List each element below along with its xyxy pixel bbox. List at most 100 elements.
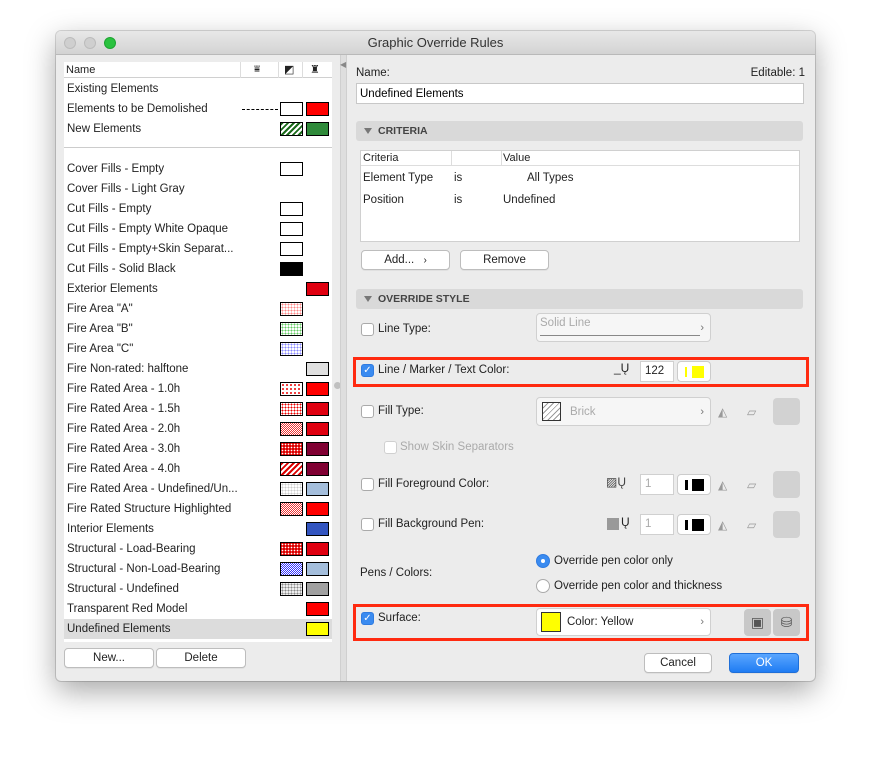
zoom-button[interactable] [104, 37, 116, 49]
list-item[interactable]: Cut Fills - Empty White Opaque [64, 219, 332, 239]
fill-column-icon[interactable]: ◩ [284, 62, 294, 78]
splitter[interactable]: ◀ [340, 55, 347, 681]
list-item[interactable]: Cut Fills - Empty+Skin Separat... [64, 239, 332, 259]
line-pen-swatch[interactable] [677, 361, 711, 382]
list-item[interactable]: Fire Rated Area - 2.0h [64, 419, 332, 439]
column-name[interactable]: Name [66, 64, 95, 76]
minimize-button[interactable] [84, 37, 96, 49]
fill-background-pen-swatch[interactable] [677, 514, 711, 535]
list-item[interactable]: Cover Fills - Empty [64, 159, 332, 179]
ok-button[interactable]: OK [729, 653, 799, 673]
list-item[interactable]: Fire Rated Area - 1.0h [64, 379, 332, 399]
new-button[interactable]: New... [64, 648, 154, 668]
graphic-override-rules-dialog: Graphic Override Rules Name ⩸ ◩ ♜ Existi… [56, 31, 815, 681]
list-item[interactable]: Fire Rated Area - 3.0h [64, 439, 332, 459]
name-input[interactable] [356, 83, 804, 104]
cut-fill-icon[interactable]: ◭ [718, 405, 740, 419]
operator-cell: is [454, 172, 463, 184]
fill-foreground-label: Fill Foreground Color: [378, 478, 490, 490]
surface-swatch [306, 582, 329, 596]
line-type-popup[interactable]: Solid Line › [536, 313, 711, 342]
criteria-section-header[interactable]: CRITERIA [356, 121, 803, 141]
table-row[interactable]: Position is Undefined [361, 191, 799, 211]
line-type-column-icon[interactable]: ⩸ [254, 62, 260, 78]
list-item[interactable]: Structural - Undefined [64, 579, 332, 599]
surface-fill-button[interactable] [773, 471, 800, 498]
list-item[interactable]: Undefined Elements [64, 619, 332, 639]
rules-list[interactable]: Name ⩸ ◩ ♜ Existing Elements Elements to … [64, 62, 332, 642]
override-pen-color-only-label[interactable]: Override pen color only [554, 555, 673, 567]
override-pen-color-only-radio[interactable] [536, 554, 550, 568]
list-item[interactable]: Structural - Load-Bearing [64, 539, 332, 559]
name-label: Name: [356, 67, 390, 79]
column-value[interactable]: Value [503, 151, 530, 166]
surface-fill-button[interactable] [773, 398, 800, 425]
close-button[interactable] [64, 37, 76, 49]
line-pen-number[interactable]: 122 [640, 361, 674, 382]
surface-column-icon[interactable]: ♜ [310, 62, 320, 78]
criteria-cell: Element Type [363, 172, 434, 184]
list-item[interactable]: Interior Elements [64, 519, 332, 539]
line-color-checkbox[interactable]: ✓ [361, 364, 374, 377]
list-item[interactable]: Existing Elements [64, 79, 332, 99]
surface-label: Surface: [378, 612, 421, 624]
column-criteria[interactable]: Criteria [363, 151, 398, 166]
cover-fill-icon[interactable]: ▱ [747, 518, 769, 532]
remove-button[interactable]: Remove [460, 250, 549, 270]
cancel-button[interactable]: Cancel [644, 653, 712, 673]
list-item[interactable]: Cut Fills - Empty [64, 199, 332, 219]
criteria-cell: Position [363, 194, 404, 206]
fill-swatch [280, 582, 303, 596]
collapse-arrow-icon[interactable]: ◀ [340, 60, 346, 69]
list-item[interactable]: Fire Non-rated: halftone [64, 359, 332, 379]
surface-swatch [306, 522, 329, 536]
override-pen-color-thickness-label[interactable]: Override pen color and thickness [554, 580, 722, 592]
list-item[interactable]: Structural - Non-Load-Bearing [64, 559, 332, 579]
table-row[interactable]: Element Type is All Types [361, 169, 799, 189]
cover-fill-icon[interactable]: ▱ [747, 478, 769, 492]
list-item[interactable]: Exterior Elements [64, 279, 332, 299]
chevron-right-icon: › [700, 405, 704, 418]
list-item[interactable]: Cover Fills - Light Gray [64, 179, 332, 199]
fill-foreground-checkbox[interactable] [361, 478, 374, 491]
override-style-section-header[interactable]: OVERRIDE STYLE [356, 289, 803, 309]
line-type-checkbox[interactable] [361, 323, 374, 336]
list-item[interactable]: Transparent Red Model [64, 599, 332, 619]
list-item[interactable]: New Elements [64, 119, 332, 139]
list-item[interactable]: Cut Fills - Solid Black [64, 259, 332, 279]
list-item[interactable]: Fire Rated Area - 4.0h [64, 459, 332, 479]
criteria-table[interactable]: Criteria Value Element Type is All Types… [360, 150, 800, 242]
list-item[interactable]: Fire Rated Area - 1.5h [64, 399, 332, 419]
fill-background-checkbox[interactable] [361, 518, 374, 531]
list-item[interactable]: Fire Rated Structure Highlighted [64, 499, 332, 519]
list-item[interactable]: Fire Area "A" [64, 299, 332, 319]
delete-button[interactable]: Delete [156, 648, 246, 668]
surface-fill-button[interactable] [773, 511, 800, 538]
line-type-swatch [242, 109, 278, 110]
list-item[interactable]: Fire Area "C" [64, 339, 332, 359]
surface-popup[interactable]: Color: Yellow › [536, 608, 711, 636]
cover-fill-icon[interactable]: ▱ [747, 405, 769, 419]
surface-checkbox[interactable]: ✓ [361, 612, 374, 625]
fill-type-popup[interactable]: Brick › [536, 397, 711, 426]
cut-fill-icon[interactable]: ◭ [718, 478, 740, 492]
fill-type-checkbox[interactable] [361, 405, 374, 418]
pen-icon: Ų [621, 515, 630, 529]
override-pen-color-thickness-radio[interactable] [536, 579, 550, 593]
cut-fill-icon[interactable]: ◭ [718, 518, 740, 532]
fill-background-label: Fill Background Pen: [378, 518, 485, 530]
model-surface-button[interactable]: ▣ [744, 609, 771, 636]
add-criteria-button[interactable]: Add... › [361, 250, 450, 270]
list-item-label: Cut Fills - Solid Black [67, 263, 176, 275]
fill-background-pen-number[interactable]: 1 [640, 514, 674, 535]
list-item[interactable]: Fire Rated Area - Undefined/Un... [64, 479, 332, 499]
fill-foreground-pen-number[interactable]: 1 [640, 474, 674, 495]
fill-swatch [280, 242, 303, 256]
show-skin-separators-checkbox[interactable] [384, 441, 397, 454]
list-item[interactable]: Fire Area "B" [64, 319, 332, 339]
fill-foreground-pen-swatch[interactable] [677, 474, 711, 495]
list-item[interactable]: Elements to be Demolished [64, 99, 332, 119]
cut-surface-button[interactable]: ⛁ [773, 609, 800, 636]
surface-swatch [306, 102, 329, 116]
fill-swatch [280, 302, 303, 316]
